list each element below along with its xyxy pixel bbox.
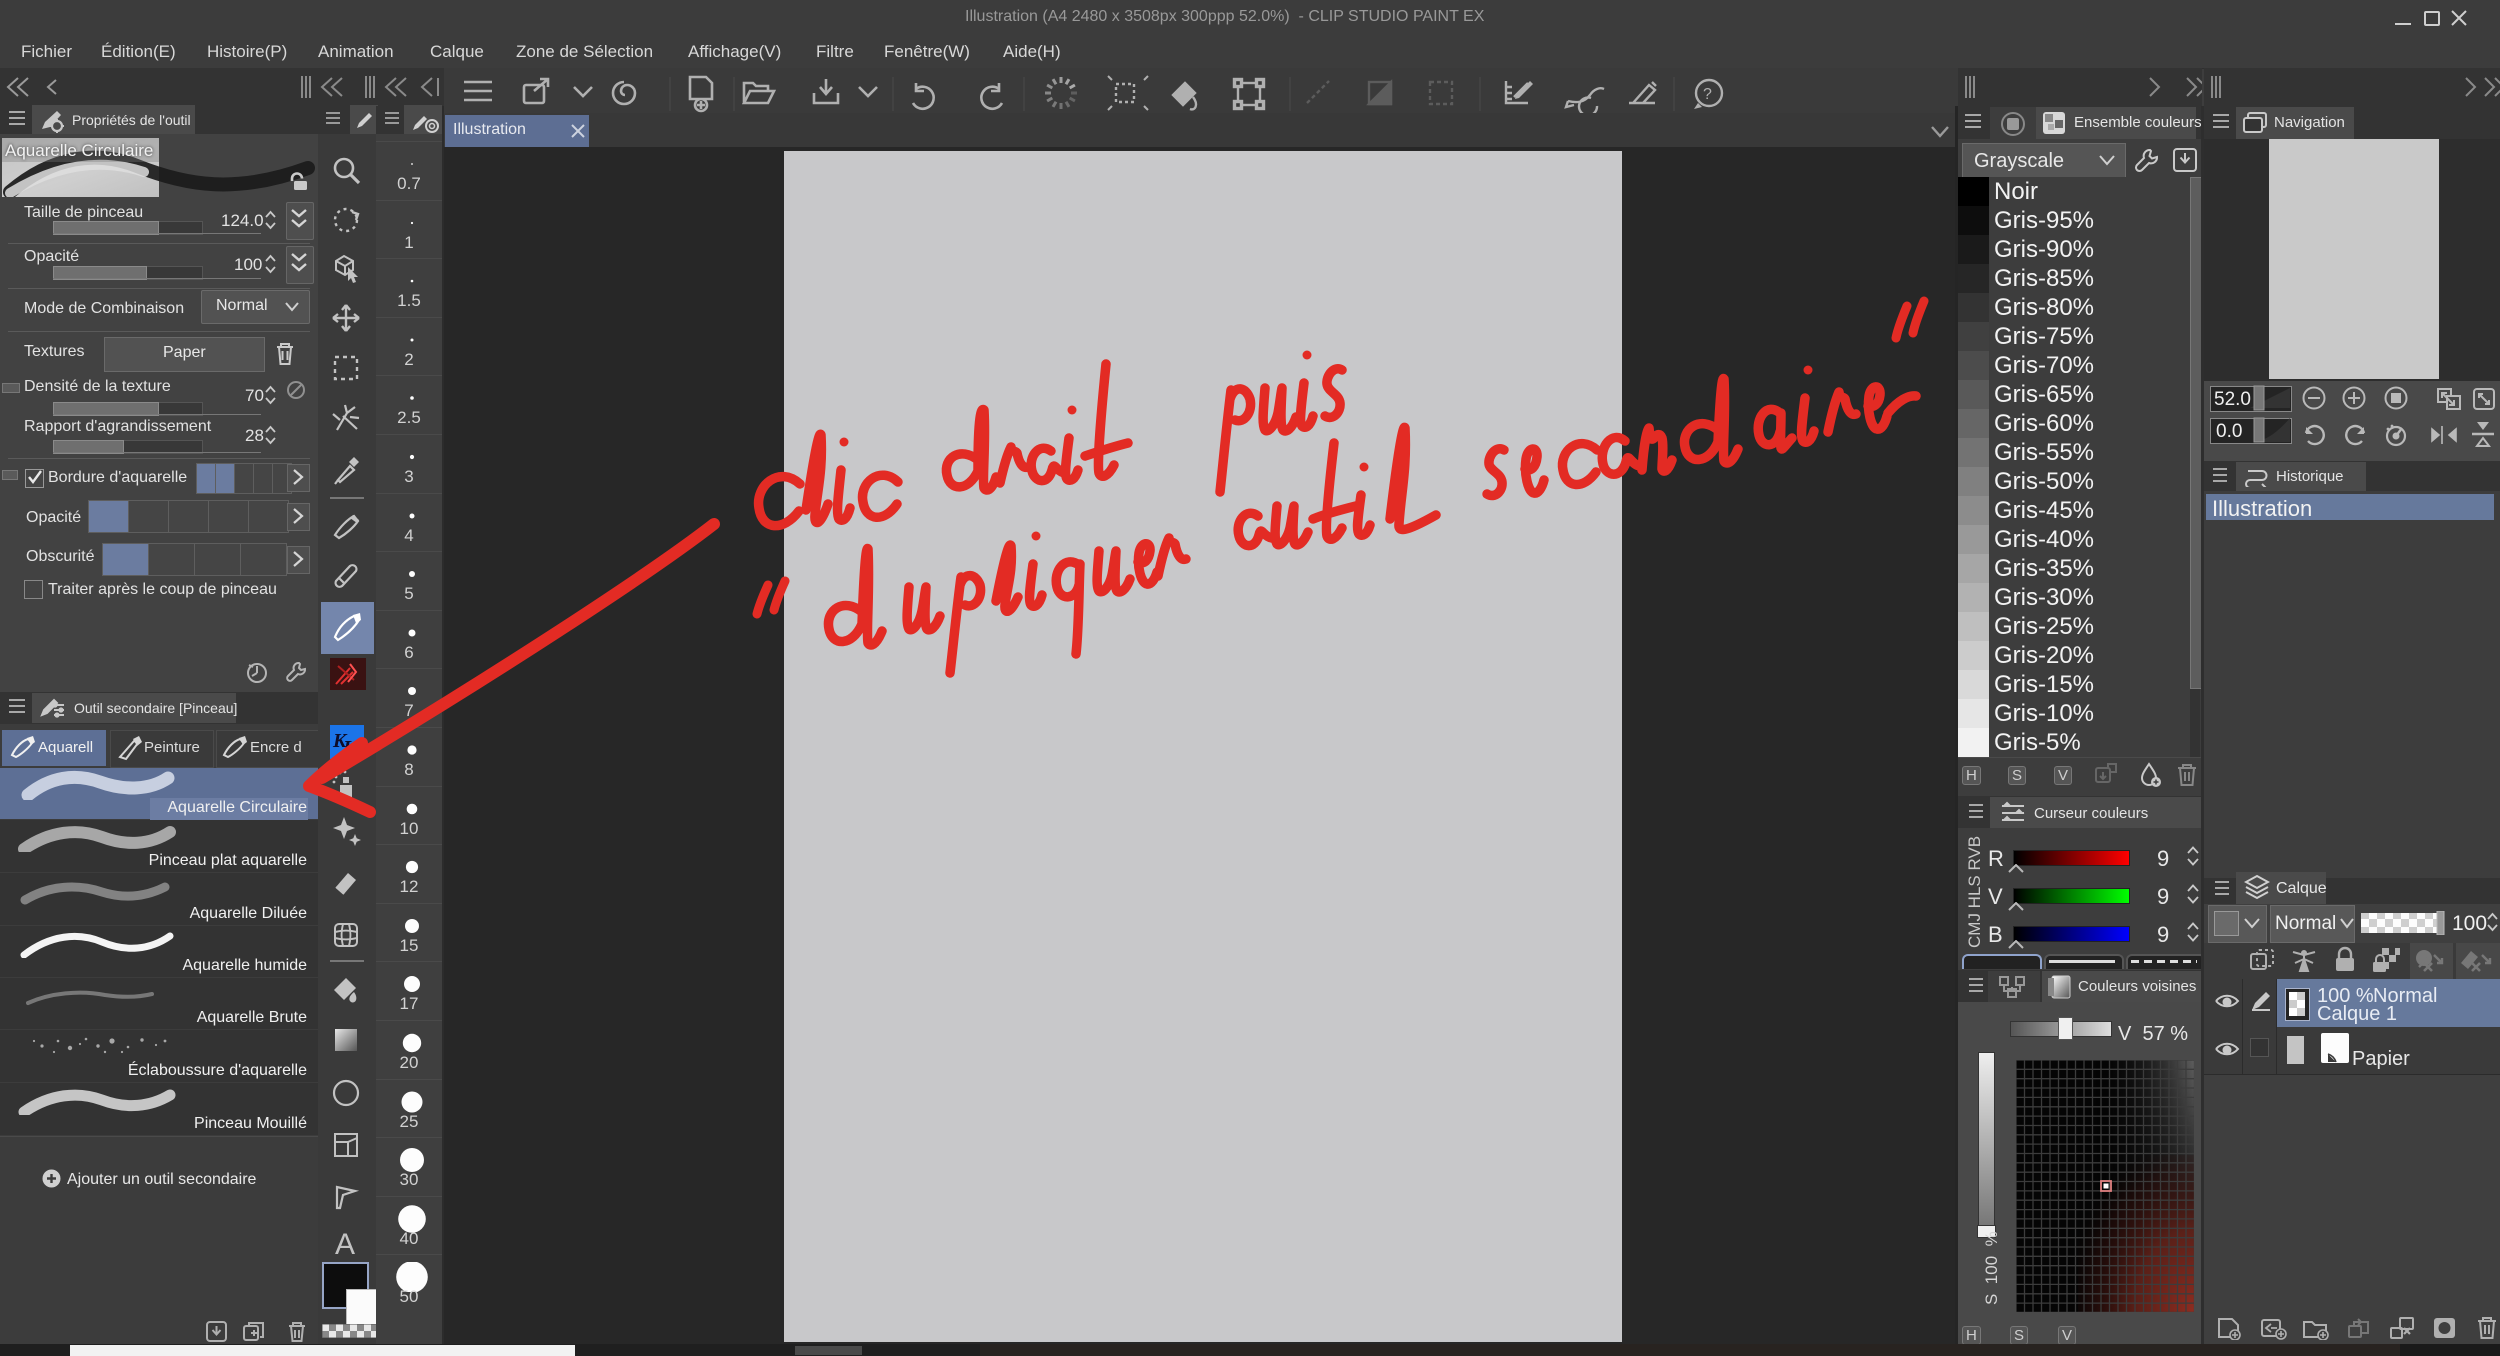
svg-text:L: L [342,737,355,759]
svg-text:?: ? [1703,86,1712,103]
